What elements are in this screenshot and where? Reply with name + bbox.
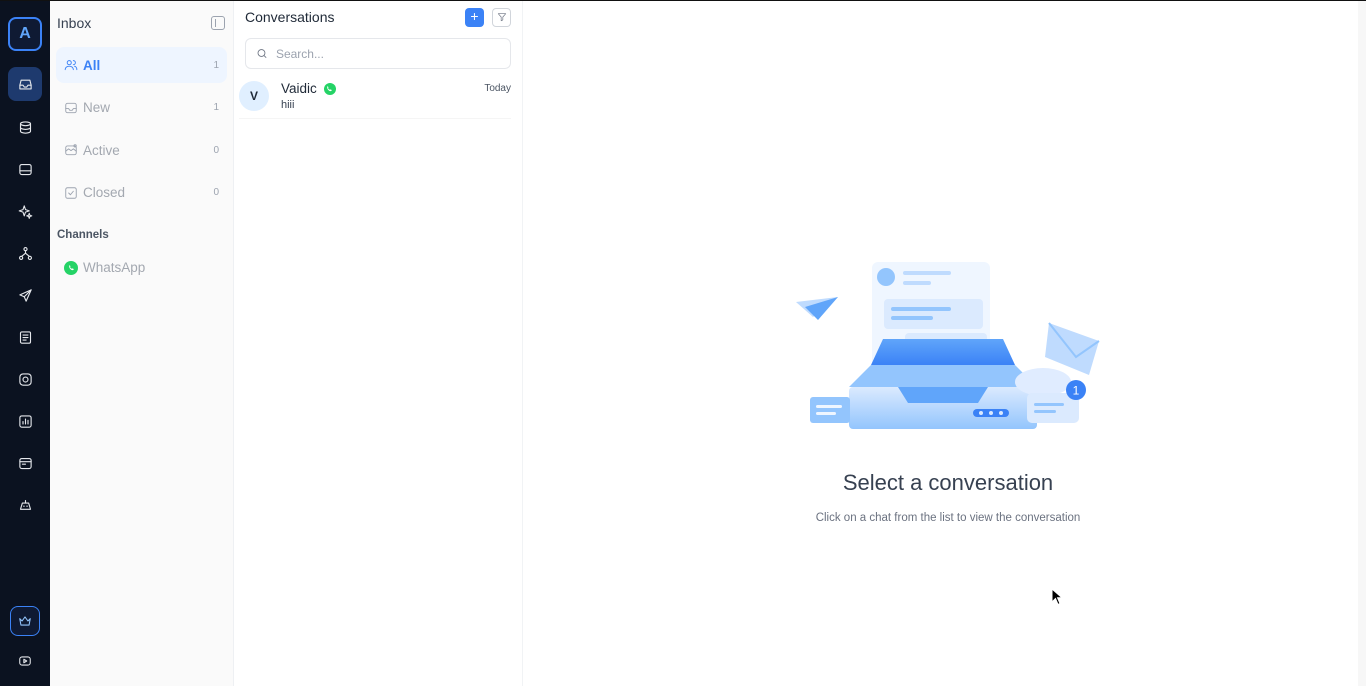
inbox-tray-icon <box>64 101 78 115</box>
inbox-title: Inbox <box>57 15 92 31</box>
list-icon[interactable] <box>8 321 42 353</box>
send-icon[interactable] <box>8 279 42 311</box>
chart-icon[interactable] <box>8 405 42 437</box>
conversations-header: Conversations + <box>245 1 511 33</box>
inbox-item-count: 1 <box>213 59 219 71</box>
rail-nav <box>8 67 42 521</box>
crown-icon[interactable] <box>10 606 40 636</box>
database-icon[interactable] <box>8 111 42 143</box>
mouse-pointer-icon <box>1051 588 1063 606</box>
app-window: A Inbox All 1 New 1 Active 0 Closed 0 Ch… <box>0 0 1366 686</box>
illustration-badge-count: 1 <box>1073 384 1080 398</box>
search-icon <box>257 49 267 58</box>
conversation-name-row: Vaidic <box>281 81 336 96</box>
inbox-item-count: 1 <box>213 102 219 113</box>
whatsapp-icon <box>323 82 336 95</box>
users-icon <box>64 58 78 72</box>
vertical-scrollbar[interactable] <box>1358 1 1366 686</box>
instagram-icon[interactable] <box>8 363 42 395</box>
collapse-sidebar-icon[interactable] <box>211 16 225 30</box>
workspace-logo[interactable]: A <box>8 17 42 51</box>
inbox-item-label: Closed <box>83 185 126 200</box>
inbox-item-closed[interactable]: Closed 0 <box>56 175 227 211</box>
inbox-panel: Inbox All 1 New 1 Active 0 Closed 0 Chan… <box>50 1 234 686</box>
avatar: V <box>239 81 269 111</box>
inbox-illustration: 1 <box>796 262 1100 429</box>
filter-button[interactable] <box>492 7 511 27</box>
new-conversation-button[interactable]: + <box>465 7 484 27</box>
inbox-item-count: 0 <box>213 144 219 156</box>
check-square-icon <box>64 186 78 200</box>
inbox-item-new[interactable]: New 1 <box>56 90 227 126</box>
conversation-time: Today <box>484 83 511 94</box>
inbox-filter-list: All 1 New 1 Active 0 Closed 0 <box>56 47 227 211</box>
empty-state-subtitle: Click on a chat from the list to view th… <box>815 512 1081 524</box>
channel-label: WhatsApp <box>83 260 146 275</box>
inbox-item-label: New <box>83 100 111 115</box>
conversations-panel: Conversations + V Vaidic <box>234 1 523 686</box>
conversation-view: 1 Select a conversation Click on a chat … <box>523 1 1366 686</box>
conversation-body: Vaidic Today hiii <box>281 81 511 111</box>
icon-rail: A <box>0 1 50 686</box>
channel-whatsapp[interactable]: WhatsApp <box>56 253 227 283</box>
conversation-name: Vaidic <box>281 81 317 96</box>
rail-bottom <box>10 606 40 676</box>
inbox-header: Inbox <box>56 1 227 45</box>
inbox-item-all[interactable]: All 1 <box>56 47 227 83</box>
inbox-item-active[interactable]: Active 0 <box>56 132 227 168</box>
inbox-icon[interactable] <box>8 67 42 101</box>
inbox-item-label: All <box>83 57 101 73</box>
conversations-title: Conversations <box>245 9 335 25</box>
empty-state: 1 Select a conversation Click on a chat … <box>793 257 1103 524</box>
conversations-actions: + <box>465 7 511 27</box>
search-box <box>245 38 511 69</box>
conversation-item[interactable]: V Vaidic Today hiii <box>239 81 511 119</box>
conversation-preview: hiii <box>281 99 295 111</box>
inbox-item-label: Active <box>83 142 120 158</box>
filter-icon <box>497 13 506 22</box>
channels-heading: Channels <box>57 228 109 241</box>
sparkle-icon[interactable] <box>8 195 42 227</box>
flow-icon[interactable] <box>8 237 42 269</box>
layout-icon[interactable] <box>8 447 42 479</box>
hard-drive-icon[interactable] <box>8 153 42 185</box>
search-input[interactable] <box>275 46 500 61</box>
whatsapp-icon <box>64 260 78 275</box>
active-chat-icon <box>64 143 78 157</box>
inbox-item-count: 0 <box>213 187 219 198</box>
empty-state-title: Select a conversation <box>842 470 1054 495</box>
ai-bot-icon[interactable] <box>8 489 42 521</box>
conversation-top: Vaidic Today <box>281 81 511 96</box>
youtube-icon[interactable] <box>10 646 40 676</box>
